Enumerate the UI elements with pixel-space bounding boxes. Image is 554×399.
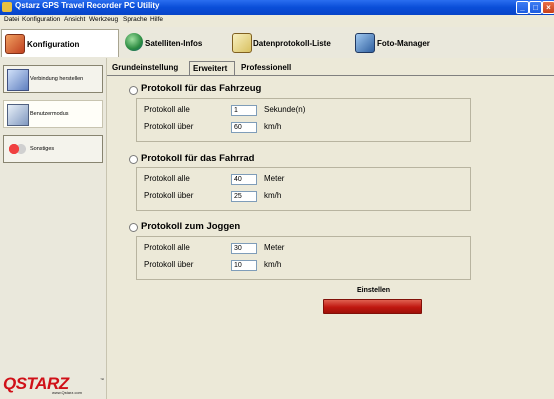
sidebar-item-label: Benutzermodus <box>30 111 69 117</box>
connect-device-icon <box>7 69 29 91</box>
fahrzeug-speed-input[interactable] <box>231 122 257 133</box>
menu-bar: Datei Konfiguration Ansicht Werkzeug Spr… <box>0 15 554 26</box>
field-label: Protokoll über <box>144 191 194 200</box>
tab-datenprotokoll-liste-label: Datenprotokoll-Liste <box>253 39 331 48</box>
section-title-joggen: Protokoll zum Joggen <box>141 221 241 232</box>
field-label: Protokoll über <box>144 260 194 269</box>
config-icon <box>5 34 25 54</box>
menu-datei[interactable]: Datei <box>4 16 19 23</box>
title-bar[interactable]: Qstarz GPS Travel Recorder PC Utility _ … <box>0 0 554 15</box>
main-content: Grundeinstellung Erweitert Professionell… <box>107 58 554 399</box>
tab-foto-manager-label: Foto-Manager <box>377 39 430 48</box>
field-label: Protokoll alle <box>144 105 190 114</box>
joggen-speed-input[interactable] <box>231 260 257 271</box>
unit-label: km/h <box>264 191 282 200</box>
fahrzeug-interval-input[interactable] <box>231 105 257 116</box>
log-list-pencil-icon <box>232 33 252 53</box>
tab-satelliten-infos[interactable]: Satelliten-Infos <box>122 29 222 56</box>
radio-joggen[interactable] <box>129 223 138 232</box>
tab-satelliten-infos-label: Satelliten-Infos <box>145 39 203 48</box>
window-title: Qstarz GPS Travel Recorder PC Utility <box>15 1 160 10</box>
section-title-fahrzeug: Protokoll für das Fahrzeug <box>141 83 262 94</box>
sidebar: Verbindung herstellen Benutzermodus Sons… <box>0 58 107 399</box>
section-title-fahrrad: Protokoll für das Fahrrad <box>141 153 255 164</box>
subtab-label: Professionell <box>241 63 292 72</box>
section-box-joggen: Protokoll alle Meter Protokoll über km/h <box>136 236 471 280</box>
subtab-label: Grundeinstellung <box>112 63 179 72</box>
apply-label: Einstellen <box>357 287 391 294</box>
radio-fahrzeug[interactable] <box>129 86 138 95</box>
app-logo-icon <box>2 2 12 12</box>
fahrrad-distance-input[interactable] <box>231 174 257 185</box>
unit-label: km/h <box>264 122 282 131</box>
brand-url: www.Qstarz.com <box>52 390 83 395</box>
menu-werkzeug[interactable]: Werkzeug <box>89 16 118 23</box>
user-mode-icon <box>7 104 29 126</box>
sidebar-item-label: Sonstiges <box>30 146 55 152</box>
tab-konfiguration[interactable]: Konfiguration <box>1 29 119 57</box>
brand-trademark: ™ <box>100 377 104 382</box>
subtab-grundeinstellung[interactable]: Grundeinstellung <box>109 61 185 74</box>
sidebar-item-sonstiges[interactable]: Sonstiges <box>3 135 103 163</box>
unit-label: Sekunde(n) <box>264 105 306 114</box>
radio-fahrrad[interactable] <box>129 155 138 164</box>
menu-hilfe[interactable]: Hilfe <box>150 16 163 23</box>
maximize-button[interactable]: □ <box>529 1 542 14</box>
main-nav: Konfiguration Satelliten-Infos Datenprot… <box>0 27 554 59</box>
section-box-fahrzeug: Protokoll alle Sekunde(n) Protokoll über… <box>136 98 471 142</box>
apply-button[interactable] <box>323 299 422 314</box>
tab-divider <box>107 75 554 76</box>
field-label: Protokoll alle <box>144 174 190 183</box>
tab-konfiguration-label: Konfiguration <box>27 40 80 49</box>
subtab-professionell[interactable]: Professionell <box>238 61 298 74</box>
subtab-label: Erweitert <box>193 64 228 73</box>
minimize-button[interactable]: _ <box>516 1 529 14</box>
fahrrad-speed-input[interactable] <box>231 191 257 202</box>
field-label: Protokoll über <box>144 122 194 131</box>
menu-sprache[interactable]: Sprache <box>123 16 147 23</box>
tab-foto-manager[interactable]: Foto-Manager <box>352 29 452 56</box>
close-button[interactable]: × <box>542 1 554 14</box>
menu-ansicht[interactable]: Ansicht <box>64 16 85 23</box>
tab-datenprotokoll-liste[interactable]: Datenprotokoll-Liste <box>229 29 345 56</box>
menu-konfiguration[interactable]: Konfiguration <box>22 16 60 23</box>
joggen-distance-input[interactable] <box>231 243 257 254</box>
field-label: Protokoll alle <box>144 243 190 252</box>
sidebar-item-verbindung[interactable]: Verbindung herstellen <box>3 65 103 93</box>
other-settings-icon <box>7 139 27 159</box>
section-box-fahrrad: Protokoll alle Meter Protokoll über km/h <box>136 167 471 211</box>
unit-label: Meter <box>264 243 285 252</box>
unit-label: Meter <box>264 174 285 183</box>
unit-label: km/h <box>264 260 282 269</box>
sidebar-item-benutzermodus[interactable]: Benutzermodus <box>3 100 103 128</box>
subtab-erweitert[interactable]: Erweitert <box>189 61 235 76</box>
photo-manager-icon <box>355 33 375 53</box>
satellite-globe-icon <box>125 33 143 51</box>
sidebar-item-label: Verbindung herstellen <box>30 76 84 82</box>
